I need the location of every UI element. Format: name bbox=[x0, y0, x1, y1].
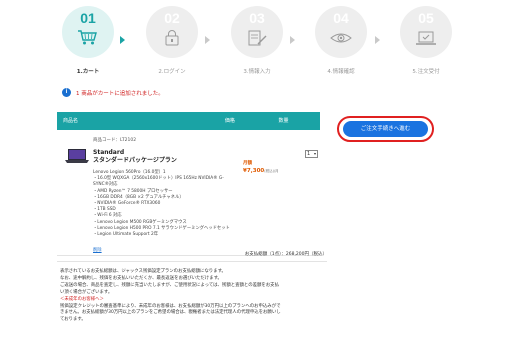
step-label: 2.ログイン bbox=[158, 69, 186, 75]
minor-warning-heading: ＜未成年のお客様へ＞ bbox=[60, 296, 104, 302]
table-row: 商品コード：LT2102 Standard スタンダードパッケージプラン Len… bbox=[57, 130, 320, 256]
warning-line: ております。 bbox=[60, 317, 86, 323]
note-line: い頂く場合がございます。 bbox=[60, 289, 113, 295]
checkout-highlight: ご注文手続きへ進む bbox=[337, 116, 434, 142]
product-name-line2: スタンダードパッケージプラン bbox=[93, 157, 177, 164]
step-number: 01 bbox=[80, 10, 96, 26]
header-product-name: 商品名 bbox=[63, 118, 79, 124]
step-arrow-icon bbox=[120, 36, 125, 44]
product-name-line1: Standard bbox=[93, 149, 125, 156]
product-code: 商品コード：LT2102 bbox=[93, 138, 137, 143]
eye-icon bbox=[330, 33, 352, 43]
step-label: 3.情報入力 bbox=[243, 69, 271, 75]
step-circle: 01 bbox=[62, 6, 114, 58]
table-header: 商品名 価格 数量 bbox=[57, 112, 320, 130]
checkout-steps: 01 1.カート 02 2.ログイン 03 3.情報入力 04 4.情報確認 0… bbox=[0, 6, 512, 78]
step-circle: 04 bbox=[315, 6, 367, 58]
step-arrow-icon bbox=[290, 36, 295, 44]
step-circle: 02 bbox=[146, 6, 198, 58]
price-tag: 月額 bbox=[243, 161, 252, 166]
lock-icon bbox=[165, 30, 179, 46]
step-confirm: 04 4.情報確認 bbox=[313, 6, 369, 75]
header-price: 価格 bbox=[224, 118, 235, 124]
payment-notes: 表示されているお支払総額は、ジャックス残価設定プランのお支払総額になります。 な… bbox=[60, 269, 332, 324]
laptop-thumbnail bbox=[65, 149, 89, 163]
spec-line: ・Legion Ultimate Support 2年 bbox=[93, 232, 159, 238]
header-quantity: 数量 bbox=[278, 118, 289, 124]
cart-table: 商品名 価格 数量 商品コード：LT2102 Standard スタンダードパッ… bbox=[57, 112, 320, 256]
laptop-check-icon bbox=[416, 31, 436, 45]
notice-text: 1 商品がカートに追加されました。 bbox=[76, 90, 164, 97]
step-label: 5.注文受付 bbox=[412, 69, 440, 75]
total-amount: お支払総額（1点）：268,200円（税込） bbox=[57, 251, 327, 262]
price-value: ¥7,300(税込)/月 bbox=[243, 168, 279, 174]
price-amount: ¥7,300 bbox=[243, 168, 265, 174]
step-login: 02 2.ログイン bbox=[144, 6, 200, 75]
checkout-button[interactable]: ご注文手続きへ進む bbox=[343, 121, 428, 137]
step-number: 03 bbox=[249, 10, 265, 26]
step-label: 1.カート bbox=[76, 69, 100, 75]
quantity-select[interactable]: 1 ▾ bbox=[305, 150, 318, 158]
step-number: 05 bbox=[418, 10, 434, 26]
price-note: (税込)/月 bbox=[264, 169, 279, 173]
step-circle: 03 bbox=[231, 6, 283, 58]
step-number: 04 bbox=[333, 10, 349, 26]
note-line: なお、途中解約し、残価をお支払いいただくか、最長返送をお選びいただけます。 bbox=[60, 275, 222, 281]
cart-added-notice: i 1 商品がカートに追加されました。 bbox=[62, 88, 164, 97]
step-label: 4.情報確認 bbox=[327, 69, 355, 75]
step-cart: 01 1.カート bbox=[60, 6, 116, 75]
step-input: 03 3.情報入力 bbox=[229, 6, 285, 75]
step-arrow-icon bbox=[205, 36, 210, 44]
product-specs: Lenovo Legion 560Pro（16.0型）1 ・16.0型 WQXG… bbox=[93, 170, 243, 238]
quantity-value: 1 bbox=[307, 151, 311, 157]
chevron-down-icon: ▾ bbox=[313, 151, 316, 156]
product-name: Standard スタンダードパッケージプラン bbox=[93, 149, 177, 165]
note-line: ご返送の場合、商品を査定し、残額に充当いたしますが、ご使用状況によっては、残額と… bbox=[60, 282, 279, 288]
step-complete: 05 5.注文受付 bbox=[398, 6, 454, 75]
form-pen-icon bbox=[248, 30, 267, 46]
warning-line: きません。お支払総額が30万円以上のプランをご希望の場合は、親権者または法定代理… bbox=[60, 310, 281, 316]
info-icon: i bbox=[62, 88, 71, 97]
note-line: 表示されているお支払総額は、ジャックス残価設定プランのお支払総額になります。 bbox=[60, 269, 226, 274]
step-number: 02 bbox=[164, 10, 180, 26]
cart-icon bbox=[78, 30, 97, 45]
step-arrow-icon bbox=[375, 36, 380, 44]
step-circle: 05 bbox=[400, 6, 452, 58]
